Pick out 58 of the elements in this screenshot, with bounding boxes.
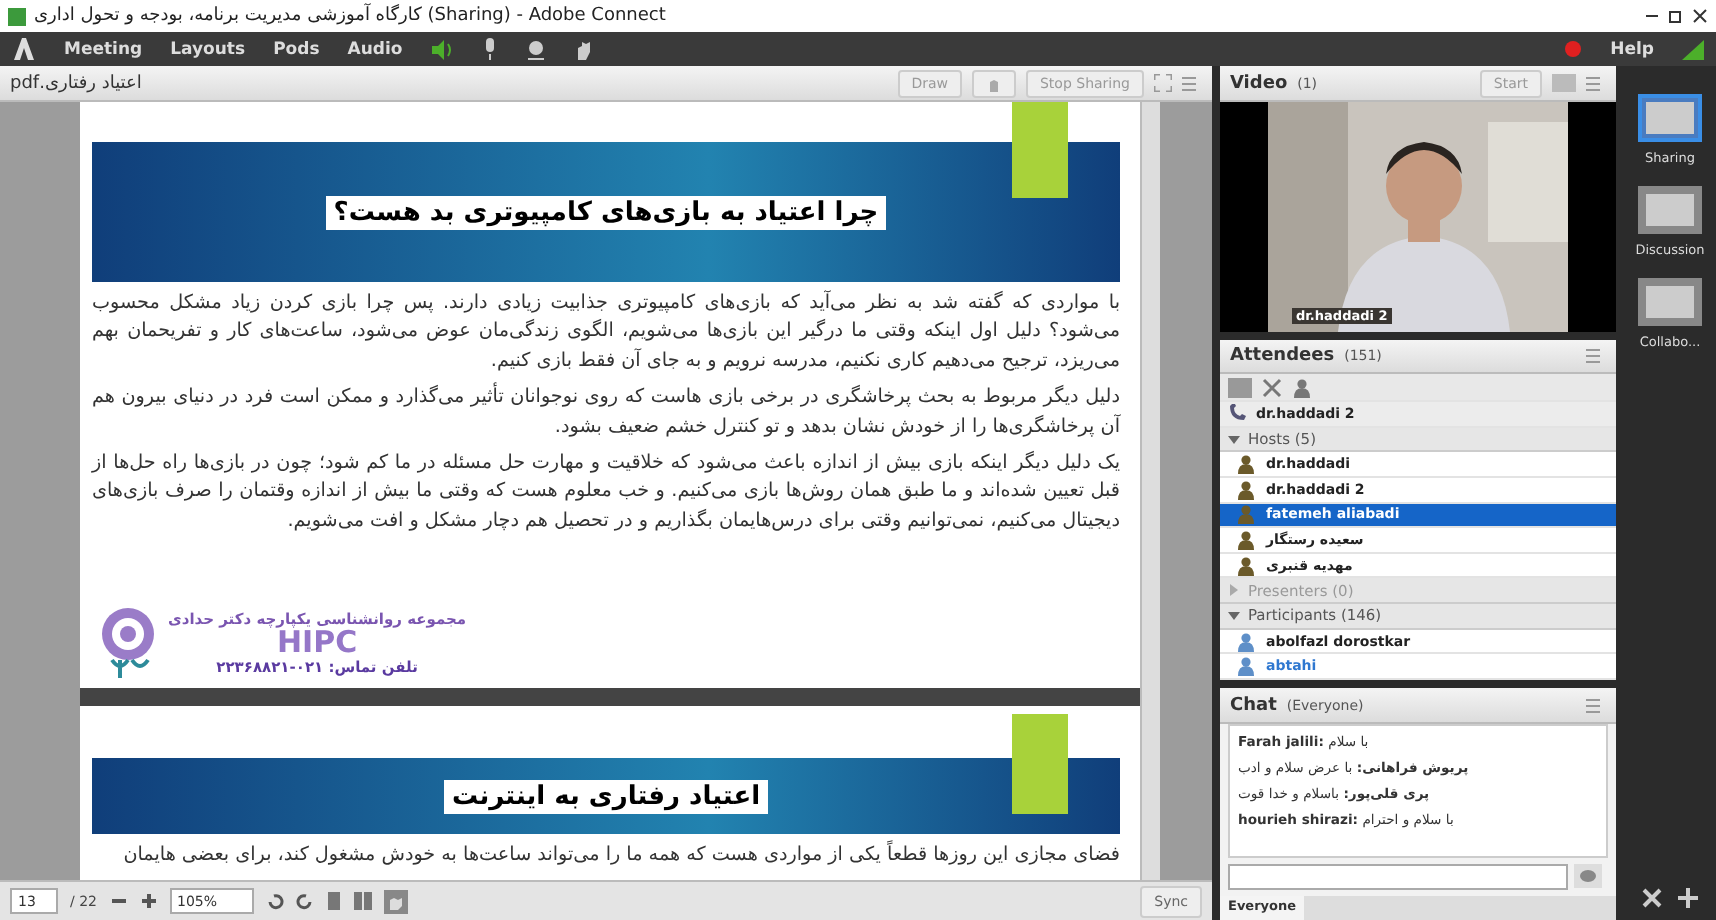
person-icon (1236, 504, 1256, 525)
restore-icon[interactable] (1668, 8, 1684, 24)
pod-title: Attendees (1230, 346, 1335, 367)
paragraph: دلیل دیگر مربوط به بحث پرخاشگری در برخی بازی هاست که روی نوجوانان تأثیر می‌گذارد و ممکن است فرد در دنیای بیرون هم آن پرخاشگری‌ها را از خودش نشان بدهد و تو کنترل خشم ضعیف بشود. (92, 384, 1120, 442)
expand-caret-icon[interactable] (1228, 433, 1240, 445)
undo-icon[interactable] (265, 892, 283, 910)
zoom-in-icon[interactable] (139, 892, 157, 910)
file-name: اعتیاد رفتاری.pdf (10, 73, 142, 93)
person-icon (1236, 555, 1256, 576)
person-icon (1236, 656, 1256, 677)
slide-title: اعتیاد رفتاری به اینترنت (443, 779, 769, 813)
fullscreen-icon[interactable] (1154, 74, 1172, 92)
two-page-icon[interactable] (353, 892, 371, 910)
layout-thumbnail[interactable] (1638, 186, 1702, 234)
signal-icon (1682, 39, 1704, 59)
slide-title: چرا اعتیاد به بازی‌های کامپیوتری بد هست؟ (325, 195, 887, 229)
menu-item[interactable]: Meeting (64, 39, 143, 59)
hand-tool-button[interactable] (971, 69, 1016, 97)
paragraph: فضای مجازی این روزها قطعاً یکی از مواردی هست که همه ما را می‌تواند ساعت‌ها به خودش مشغول کند، برای بعضی هایمان (121, 842, 1120, 870)
help-menu[interactable]: Help (1610, 39, 1654, 59)
person-icon (1292, 377, 1312, 398)
menu-icon[interactable] (1586, 75, 1606, 91)
logo-icon (12, 35, 36, 63)
collapse-caret-icon[interactable] (1228, 584, 1240, 597)
window-title: کارگاه آموزشی مدیریت برنامه، بودجه و تحول اداری (Sharing) - Adobe Connect (34, 6, 668, 26)
send-icon[interactable] (1574, 864, 1602, 888)
layout-thumbnail[interactable] (1638, 94, 1702, 142)
add-icon[interactable] (1678, 888, 1698, 908)
chat-input[interactable] (1228, 864, 1568, 890)
raise-hand-icon[interactable] (574, 39, 595, 59)
person-icon (1236, 479, 1256, 500)
paragraph: با مواردی که گفته شد به نظر می‌آید که بازی‌های کامپیوتری جذابیت زیادی دارند. پس چرا بازی کردن زیاد مشکل محسوب می‌شود؟ دلیل اول اینکه وقتی ما درگیر این بازی‌ها می‌شویم، الگوی زندگی‌مان عوض می‌شود، ساعت‌های کار و تفریحمان بهم می‌ریزد، ترجیح می‌دهیم کاری نکنیم، مدرسه نرویم و به جای آن فقط بازی کنیم. (92, 290, 1120, 376)
webcam-icon[interactable] (526, 39, 547, 59)
accent-bar (1012, 102, 1068, 198)
menu-icon[interactable] (1182, 75, 1202, 91)
pod-title: Chat (1230, 695, 1277, 715)
close-icon[interactable] (1692, 8, 1708, 24)
logo-text: HIPC (276, 627, 358, 657)
menu-item[interactable]: Audio (347, 39, 403, 59)
app-icon (8, 7, 26, 25)
person-icon (1236, 454, 1256, 475)
speaker-icon[interactable] (430, 39, 455, 59)
single-page-icon[interactable] (325, 892, 341, 910)
menu-item[interactable]: Pods (273, 39, 320, 59)
pod-title: Video (1230, 73, 1288, 93)
microphone-icon[interactable] (482, 38, 499, 60)
menu-item[interactable]: Layouts (170, 39, 246, 59)
layout-thumbnail[interactable] (1638, 278, 1702, 326)
menu-icon[interactable] (1586, 697, 1606, 713)
expand-caret-icon[interactable] (1228, 609, 1240, 622)
scrollbar[interactable] (1140, 102, 1160, 880)
redo-icon[interactable] (295, 892, 313, 910)
phone-icon (1228, 404, 1246, 423)
person-icon (1236, 631, 1256, 651)
menu-icon[interactable] (1586, 348, 1606, 365)
accent-bar (1012, 714, 1068, 814)
person-icon (1236, 530, 1256, 550)
paragraph: یک دلیل دیگر اینکه بازی بیش از اندازه باعث می‌شود که خلاقیت و مهارت حل مسئله در ما کم شود؛ چون در بازی‌ها راه حل‌ها از قبل تعیین شده‌اند و ما طبق همان روش‌ها بازی می‌کنیم. و خب معلوم هست که وقتی ما بیش از اندازه وقتمان را صرف بازی‌های دیجیتال می‌کنیم، نمی‌توانیم وقتی برای درس‌هایمان بگذاریم و در تحصیل هم دچار مشکل و افت می‌شویم. (92, 449, 1120, 536)
